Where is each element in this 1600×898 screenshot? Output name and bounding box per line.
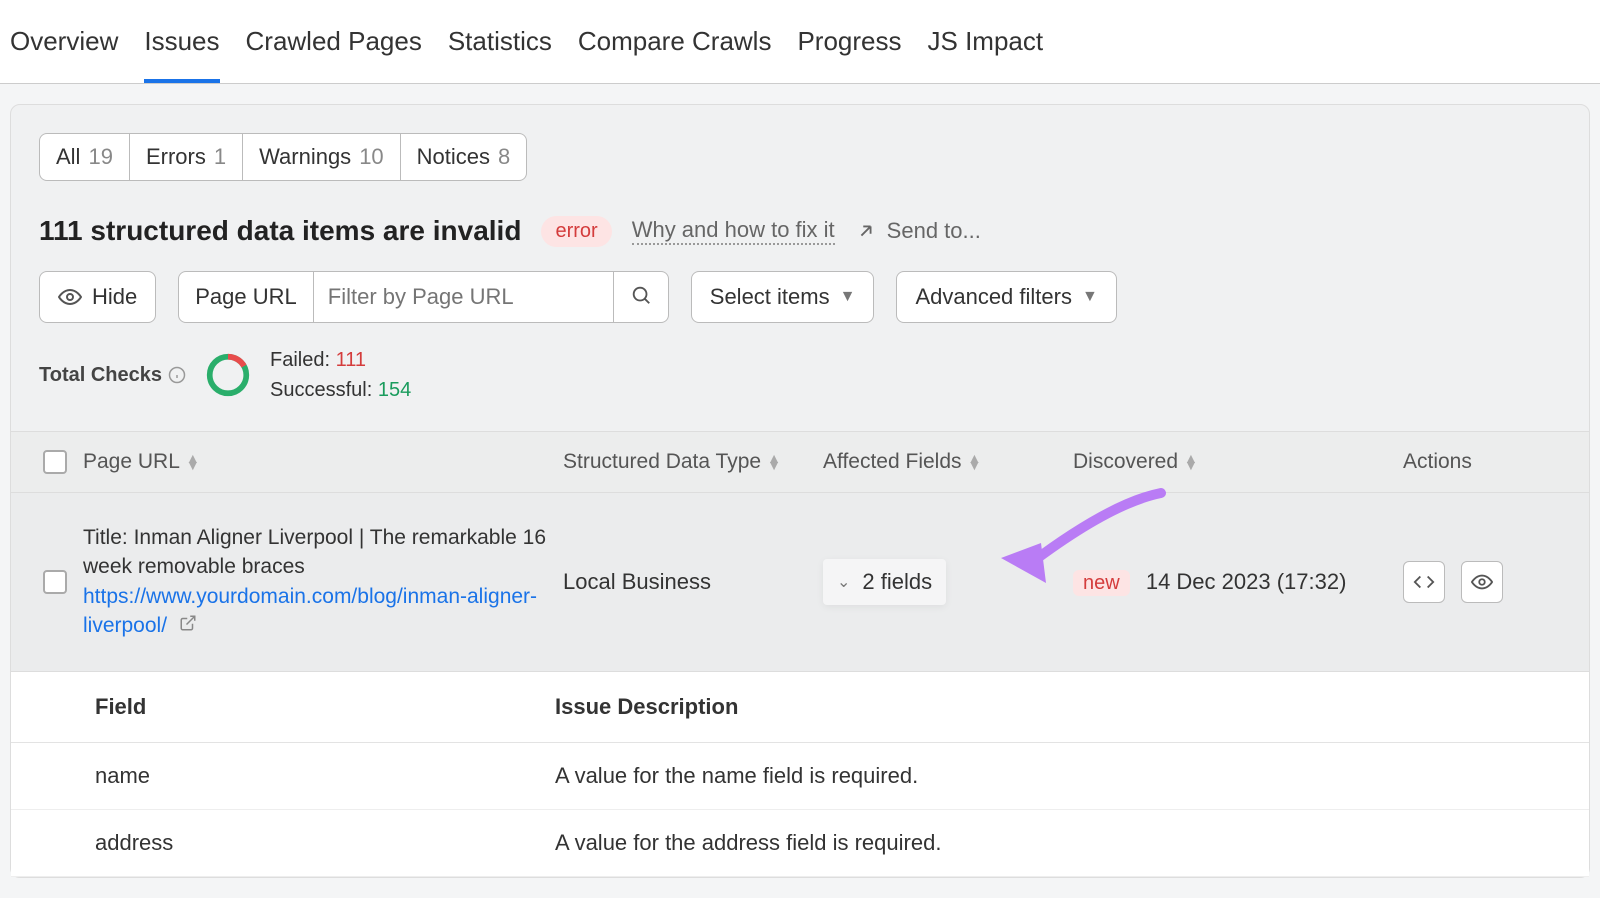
code-button[interactable] bbox=[1403, 561, 1445, 603]
row-discovered: new 14 Dec 2023 (17:32) bbox=[1073, 569, 1403, 595]
total-checks-label: Total Checks bbox=[39, 364, 162, 387]
view-button[interactable] bbox=[1461, 561, 1503, 603]
eye-icon bbox=[58, 285, 82, 309]
col-discovered[interactable]: Discovered▲▼ bbox=[1073, 450, 1403, 474]
why-fix-link[interactable]: Why and how to fix it bbox=[632, 217, 835, 245]
code-icon bbox=[1413, 571, 1435, 593]
tab-issues[interactable]: Issues bbox=[144, 10, 219, 83]
col-actions: Actions bbox=[1403, 450, 1553, 474]
col-affected[interactable]: Affected Fields▲▼ bbox=[823, 450, 1073, 474]
filter-all-label: All bbox=[56, 144, 80, 170]
sub-row: name A value for the name field is requi… bbox=[11, 743, 1589, 810]
col-sdt[interactable]: Structured Data Type▲▼ bbox=[563, 450, 823, 474]
error-badge: error bbox=[541, 216, 611, 247]
select-items-label: Select items bbox=[710, 284, 830, 310]
discovered-date: 14 Dec 2023 (17:32) bbox=[1146, 569, 1347, 594]
affected-fields-count: 2 fields bbox=[862, 569, 932, 595]
sub-col-desc: Issue Description bbox=[555, 694, 1589, 720]
url-filter-input[interactable] bbox=[314, 271, 614, 323]
hide-label: Hide bbox=[92, 284, 137, 310]
hide-button[interactable]: Hide bbox=[39, 271, 156, 323]
send-to-label: Send to... bbox=[887, 218, 981, 244]
tab-compare-crawls[interactable]: Compare Crawls bbox=[578, 10, 772, 83]
external-link-icon[interactable] bbox=[179, 612, 197, 637]
row-checkbox[interactable] bbox=[43, 570, 67, 594]
advanced-filters-dropdown[interactable]: Advanced filters ▼ bbox=[896, 271, 1116, 323]
select-items-dropdown[interactable]: Select items ▼ bbox=[691, 271, 875, 323]
filter-notices-count: 8 bbox=[498, 144, 510, 170]
sort-icon: ▲▼ bbox=[186, 455, 200, 469]
select-all-checkbox[interactable] bbox=[43, 450, 67, 474]
failed-count: 111 bbox=[336, 349, 366, 371]
sub-row: address A value for the address field is… bbox=[11, 810, 1589, 877]
success-label: Successful: bbox=[270, 379, 372, 401]
tab-progress[interactable]: Progress bbox=[797, 10, 901, 83]
send-to-button[interactable]: Send to... bbox=[855, 218, 981, 244]
filter-warnings-count: 10 bbox=[359, 144, 383, 170]
filter-all-count: 19 bbox=[88, 144, 112, 170]
issue-title: 111 structured data items are invalid bbox=[39, 215, 521, 247]
search-button[interactable] bbox=[614, 271, 669, 323]
checks-donut-chart bbox=[204, 351, 252, 399]
advanced-filters-label: Advanced filters bbox=[915, 284, 1072, 310]
affected-fields-expander[interactable]: ⌄ 2 fields bbox=[823, 559, 946, 605]
filter-warnings[interactable]: Warnings 10 bbox=[243, 133, 401, 181]
controls-row: Hide Page URL Select items ▼ Advanced fi… bbox=[11, 271, 1589, 431]
sub-field: name bbox=[95, 763, 555, 789]
chevron-down-icon: ▼ bbox=[840, 288, 856, 306]
chevron-down-icon: ⌄ bbox=[837, 572, 850, 592]
filter-warnings-label: Warnings bbox=[259, 144, 351, 170]
page-url-prefix[interactable]: Page URL bbox=[178, 271, 314, 323]
row-title: Title: Inman Aligner Liverpool | The rem… bbox=[83, 523, 551, 582]
search-icon bbox=[630, 284, 652, 306]
total-checks-block: Total Checks Failed: 111 Successful: 154 bbox=[39, 345, 439, 405]
tab-statistics[interactable]: Statistics bbox=[448, 10, 552, 83]
row-url-link[interactable]: https://www.yourdomain.com/blog/inman-al… bbox=[83, 585, 537, 637]
issue-title-bar: 111 structured data items are invalid er… bbox=[11, 181, 1589, 271]
filter-errors[interactable]: Errors 1 bbox=[130, 133, 243, 181]
filter-notices-label: Notices bbox=[417, 144, 490, 170]
filter-errors-count: 1 bbox=[214, 144, 226, 170]
sub-col-field: Field bbox=[95, 694, 555, 720]
success-count: 154 bbox=[378, 379, 411, 401]
filter-notices[interactable]: Notices 8 bbox=[401, 133, 528, 181]
sub-field: address bbox=[95, 830, 555, 856]
tab-overview[interactable]: Overview bbox=[10, 10, 118, 83]
issues-panel: All 19 Errors 1 Warnings 10 Notices 8 11… bbox=[10, 104, 1590, 878]
severity-filters: All 19 Errors 1 Warnings 10 Notices 8 bbox=[11, 133, 1589, 181]
chevron-down-icon: ▼ bbox=[1082, 288, 1098, 306]
filter-all[interactable]: All 19 bbox=[39, 133, 130, 181]
url-filter-group: Page URL bbox=[178, 271, 669, 323]
sub-desc: A value for the name field is required. bbox=[555, 763, 1589, 789]
new-badge: new bbox=[1073, 570, 1130, 596]
failed-label: Failed: bbox=[270, 349, 330, 371]
filter-errors-label: Errors bbox=[146, 144, 206, 170]
row-sdt: Local Business bbox=[563, 569, 823, 595]
send-arrow-icon bbox=[855, 220, 877, 242]
main-tabs: Overview Issues Crawled Pages Statistics… bbox=[0, 0, 1600, 84]
eye-icon bbox=[1471, 571, 1493, 593]
tab-js-impact[interactable]: JS Impact bbox=[928, 10, 1044, 83]
sort-icon: ▲▼ bbox=[767, 455, 781, 469]
sub-desc: A value for the address field is require… bbox=[555, 830, 1589, 856]
sort-icon: ▲▼ bbox=[968, 455, 982, 469]
table-row: Title: Inman Aligner Liverpool | The rem… bbox=[11, 493, 1589, 672]
col-page-url[interactable]: Page URL▲▼ bbox=[83, 450, 563, 474]
info-icon[interactable] bbox=[168, 366, 186, 384]
sort-icon: ▲▼ bbox=[1184, 455, 1198, 469]
tab-crawled-pages[interactable]: Crawled Pages bbox=[246, 10, 422, 83]
table-header: Page URL▲▼ Structured Data Type▲▼ Affect… bbox=[11, 431, 1589, 493]
issue-detail-table: Field Issue Description name A value for… bbox=[11, 672, 1589, 877]
